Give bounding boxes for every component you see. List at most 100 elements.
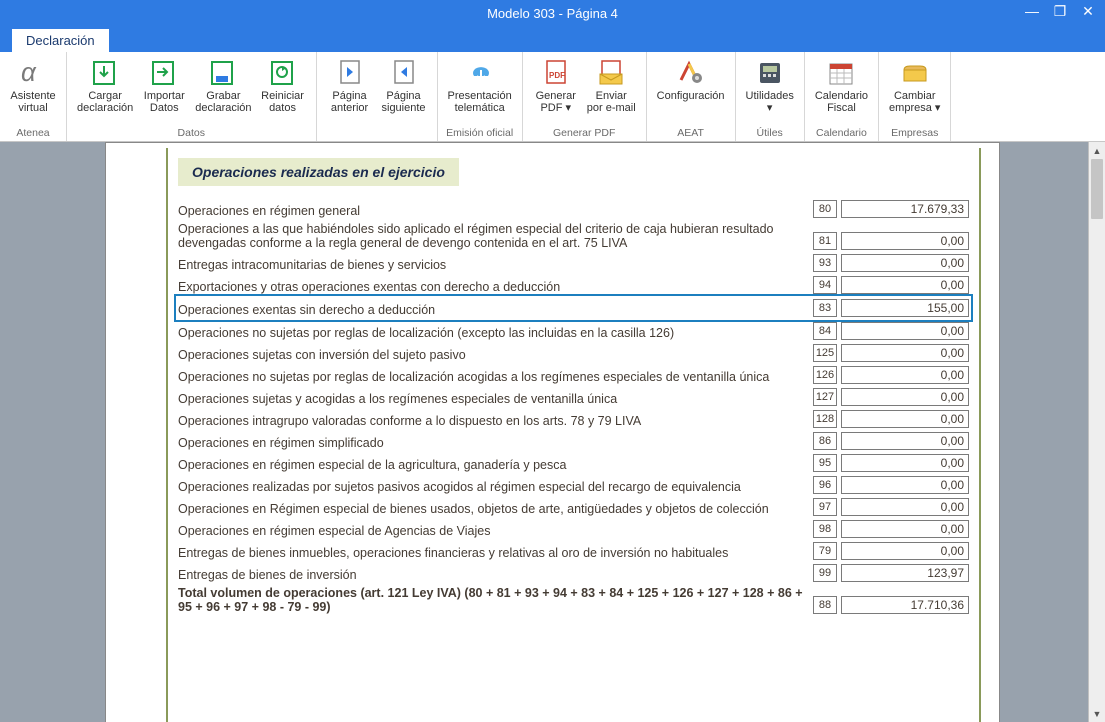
- row-box-number: 81: [813, 232, 837, 250]
- row-label: Operaciones realizadas por sujetos pasiv…: [178, 480, 743, 494]
- row-value-input[interactable]: 0,00: [841, 432, 969, 450]
- form-row-88: Total volumen de operaciones (art. 121 L…: [178, 586, 969, 614]
- form-row-86: Operaciones en régimen simplificado 860,0…: [178, 432, 969, 450]
- row-label: Operaciones en Régimen especial de biene…: [178, 502, 771, 516]
- row-value-input[interactable]: 0,00: [841, 388, 969, 406]
- minimize-button[interactable]: —: [1019, 0, 1045, 22]
- row-value-input[interactable]: 123,97: [841, 564, 969, 582]
- row-value-input[interactable]: 0,00: [841, 498, 969, 516]
- row-label: Operaciones no sujetas por reglas de loc…: [178, 326, 676, 340]
- row-value-input[interactable]: 0,00: [841, 454, 969, 472]
- title-bar: Modelo 303 - Página 4 — ❐ ✕: [0, 0, 1105, 26]
- calendario-fiscal-icon: [824, 56, 858, 88]
- window-controls: — ❐ ✕: [1019, 0, 1101, 22]
- close-button[interactable]: ✕: [1075, 0, 1101, 22]
- row-box-number: 125: [813, 344, 837, 362]
- enviar-email-button[interactable]: Enviarpor e-mail: [583, 54, 640, 114]
- form-row-81: Operaciones a las que habiéndoles sido a…: [178, 222, 969, 250]
- row-box-number: 128: [813, 410, 837, 428]
- form-row-128: Operaciones intragrupo valoradas conform…: [178, 410, 969, 428]
- pagina-anterior-button[interactable]: Páginaanterior: [323, 54, 377, 114]
- svg-text:PDF: PDF: [549, 71, 565, 80]
- row-box-number: 84: [813, 322, 837, 340]
- asistente-virtual-icon: α: [16, 56, 50, 88]
- importar-datos-button[interactable]: ImportarDatos: [137, 54, 191, 114]
- row-box-number: 86: [813, 432, 837, 450]
- enviar-email-icon: [594, 56, 628, 88]
- workspace: Operaciones realizadas en el ejercicio O…: [0, 142, 1105, 722]
- pagina-siguiente-button[interactable]: Páginasiguiente: [377, 54, 431, 114]
- row-label: Operaciones en régimen simplificado: [178, 436, 386, 450]
- row-value-input[interactable]: 0,00: [841, 410, 969, 428]
- ribbon: αAsistentevirtualAteneaCargardeclaración…: [0, 52, 1105, 142]
- form-row-83: Operaciones exentas sin derecho a deducc…: [178, 298, 969, 318]
- vertical-scrollbar[interactable]: ▲ ▼: [1088, 142, 1105, 722]
- generar-pdf-button[interactable]: PDFGenerarPDF ▾: [529, 54, 583, 114]
- row-box-number: 98: [813, 520, 837, 538]
- row-label: Operaciones exentas sin derecho a deducc…: [178, 303, 437, 317]
- form-row-125: Operaciones sujetas con inversión del su…: [178, 344, 969, 362]
- pagina-anterior-icon: [333, 56, 367, 88]
- configuracion-icon: [674, 56, 708, 88]
- form-row-96: Operaciones realizadas por sujetos pasiv…: [178, 476, 969, 494]
- row-value-input[interactable]: 0,00: [841, 520, 969, 538]
- row-value-input[interactable]: 0,00: [841, 542, 969, 560]
- form-row-94: Exportaciones y otras operaciones exenta…: [178, 276, 969, 294]
- configuracion-button[interactable]: Configuración: [653, 54, 729, 102]
- row-value-input[interactable]: 155,00: [841, 299, 969, 317]
- maximize-button[interactable]: ❐: [1047, 0, 1073, 22]
- row-value-input[interactable]: 0,00: [841, 344, 969, 362]
- row-value-input[interactable]: 0,00: [841, 254, 969, 272]
- row-value-input[interactable]: 0,00: [841, 232, 969, 250]
- row-label: Operaciones sujetas y acogidas a los reg…: [178, 392, 619, 406]
- form-row-95: Operaciones en régimen especial de la ag…: [178, 454, 969, 472]
- row-label: Operaciones sujetas con inversión del su…: [178, 348, 468, 362]
- cambiar-empresa-button[interactable]: Cambiarempresa ▾: [885, 54, 944, 114]
- cambiar-empresa-icon: [898, 56, 932, 88]
- utilidades-icon: [753, 56, 787, 88]
- asistente-virtual-button[interactable]: αAsistentevirtual: [6, 54, 60, 114]
- form-row-98: Operaciones en régimen especial de Agenc…: [178, 520, 969, 538]
- form-row-84: Operaciones no sujetas por reglas de loc…: [178, 322, 969, 340]
- cargar-declaracion-icon: [88, 56, 122, 88]
- presentacion-telematica-button[interactable]: Presentacióntelemática: [444, 54, 516, 114]
- row-value-input[interactable]: 0,00: [841, 322, 969, 340]
- row-label: Operaciones en régimen general: [178, 204, 362, 218]
- row-label: Exportaciones y otras operaciones exenta…: [178, 280, 562, 294]
- row-value-input[interactable]: 17.710,36: [841, 596, 969, 614]
- row-label: Entregas de bienes inmuebles, operacione…: [178, 546, 730, 560]
- row-label: Entregas intracomunitarias de bienes y s…: [178, 258, 448, 272]
- row-box-number: 88: [813, 596, 837, 614]
- form-row-99: Entregas de bienes de inversión99123,97: [178, 564, 969, 582]
- reiniciar-datos-button[interactable]: Reiniciardatos: [256, 54, 310, 114]
- utilidades-button[interactable]: Utilidades▾: [742, 54, 798, 114]
- row-box-number: 93: [813, 254, 837, 272]
- presentacion-telematica-icon: [463, 56, 497, 88]
- form-row-80: Operaciones en régimen general8017.679,3…: [178, 200, 969, 218]
- scroll-thumb[interactable]: [1091, 159, 1103, 219]
- form-area: Operaciones realizadas en el ejercicio O…: [166, 148, 981, 722]
- row-value-input[interactable]: 0,00: [841, 366, 969, 384]
- scroll-down-arrow[interactable]: ▼: [1089, 705, 1105, 722]
- row-value-input[interactable]: 0,00: [841, 276, 969, 294]
- scroll-track[interactable]: [1089, 159, 1105, 705]
- form-row-93: Entregas intracomunitarias de bienes y s…: [178, 254, 969, 272]
- document-page: Operaciones realizadas en el ejercicio O…: [105, 142, 1000, 722]
- grabar-declaracion-button[interactable]: Grabardeclaración: [191, 54, 255, 114]
- pagina-siguiente-icon: [387, 56, 421, 88]
- row-box-number: 96: [813, 476, 837, 494]
- row-value-input[interactable]: 17.679,33: [841, 200, 969, 218]
- tab-declaracion[interactable]: Declaración: [12, 29, 109, 52]
- row-box-number: 127: [813, 388, 837, 406]
- cargar-declaracion-button[interactable]: Cargardeclaración: [73, 54, 137, 114]
- calendario-fiscal-button[interactable]: CalendarioFiscal: [811, 54, 872, 114]
- row-box-number: 126: [813, 366, 837, 384]
- row-label: Total volumen de operaciones (art. 121 L…: [178, 586, 803, 614]
- reiniciar-datos-icon: [266, 56, 300, 88]
- scroll-up-arrow[interactable]: ▲: [1089, 142, 1105, 159]
- row-box-number: 94: [813, 276, 837, 294]
- row-label: Operaciones en régimen especial de Agenc…: [178, 524, 492, 538]
- tab-bar: Declaración: [0, 26, 1105, 52]
- grabar-declaracion-icon: [206, 56, 240, 88]
- row-value-input[interactable]: 0,00: [841, 476, 969, 494]
